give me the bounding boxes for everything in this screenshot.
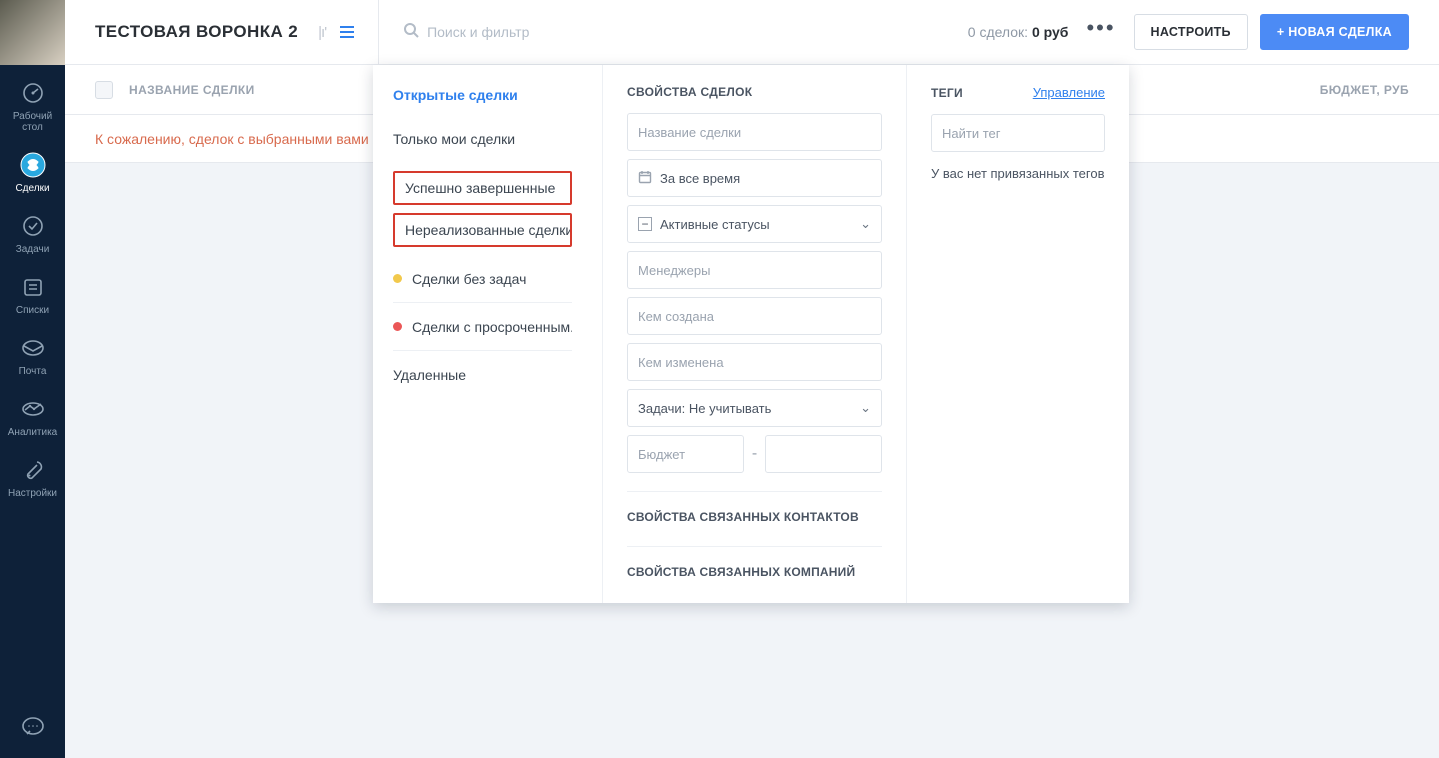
nav-mail[interactable]: Почта [0, 326, 65, 387]
managers-filter[interactable] [627, 251, 882, 289]
tags-title: Теги [931, 86, 963, 100]
select-all-checkbox[interactable] [95, 81, 113, 99]
nav-label: Списки [16, 305, 49, 316]
user-avatar[interactable] [0, 0, 65, 65]
mail-icon [19, 334, 47, 362]
date-label: За все время [660, 171, 740, 186]
tasks-label: Задачи: Не учитывать [638, 401, 771, 416]
status-label: Активные статусы [660, 217, 770, 232]
filter-tags-column: Теги Управление У вас нет привязанных те… [907, 65, 1129, 603]
preset-open-deals[interactable]: Открытые сделки [393, 85, 572, 115]
preset-deleted[interactable]: Удаленные [393, 351, 572, 399]
nav-lists[interactable]: Списки [0, 265, 65, 326]
nav-label: Почта [19, 366, 47, 377]
dot-yellow-icon [393, 274, 402, 283]
calendar-icon [638, 170, 652, 187]
tasks-filter[interactable]: Задачи: Не учитывать ⌄ [627, 389, 882, 427]
summary-count: 0 сделок: [968, 24, 1028, 40]
companies-section-title[interactable]: Свойства связанных компаний [627, 561, 882, 583]
nav-tasks[interactable]: Задачи [0, 204, 65, 265]
nav-dashboard[interactable]: Рабочий стол [0, 71, 65, 143]
filter-presets-column: Открытые сделки Только мои сделки Успешн… [373, 65, 603, 603]
nav-label: Задачи [16, 244, 50, 255]
nav-label: Аналитика [8, 427, 58, 438]
tags-manage-link[interactable]: Управление [1033, 85, 1105, 100]
preset-lost-deals[interactable]: Нереализованные сделки [393, 213, 572, 247]
filter-properties-column: Свойства сделок За все время − Активные … [603, 65, 907, 603]
preset-label: Сделки без задач [412, 271, 526, 287]
contacts-section-title[interactable]: Свойства связанных контактов [627, 506, 882, 528]
range-dash: - [752, 445, 757, 463]
gauge-icon [19, 79, 47, 107]
deal-properties-title: Свойства сделок [627, 85, 882, 99]
budget-to-filter[interactable] [765, 435, 882, 473]
nav-label: Сделки [15, 183, 49, 194]
summary-value: 0 руб [1032, 24, 1068, 40]
status-filter[interactable]: − Активные статусы ⌄ [627, 205, 882, 243]
analytics-icon [19, 395, 47, 423]
deals-summary: 0 сделок: 0 руб [968, 24, 1069, 40]
created-by-input[interactable] [638, 309, 871, 324]
budget-from-input[interactable] [638, 447, 733, 462]
filter-panel: Открытые сделки Только мои сделки Успешн… [373, 65, 1129, 603]
chevron-down-icon: ⌄ [860, 400, 871, 416]
modified-by-input[interactable] [638, 355, 871, 370]
search-box[interactable] [403, 22, 968, 43]
deal-name-filter[interactable] [627, 113, 882, 151]
pipeline-title[interactable]: ТЕСТОВАЯ ВОРОНКА 2 [95, 22, 298, 42]
top-bar: ТЕСТОВАЯ ВОРОНКА 2 |ı' 0 сделок: 0 руб •… [65, 0, 1439, 65]
budget-from-filter[interactable] [627, 435, 744, 473]
deals-icon [19, 151, 47, 179]
created-by-filter[interactable] [627, 297, 882, 335]
managers-input[interactable] [638, 263, 871, 278]
list-icon [19, 273, 47, 301]
kanban-view-icon[interactable]: |ı' [318, 24, 326, 41]
nav-analytics[interactable]: Аналитика [0, 387, 65, 448]
nav-label: Настройки [8, 488, 57, 499]
preset-my-deals[interactable]: Только мои сделки [393, 115, 572, 163]
tags-empty-message: У вас нет привязанных тегов [931, 166, 1105, 181]
left-navigation: Рабочий стол Сделки Задачи Списки Почта [0, 0, 65, 758]
search-input[interactable] [427, 24, 627, 40]
budget-to-input[interactable] [776, 447, 871, 462]
new-deal-button[interactable]: + Новая сделка [1260, 14, 1409, 50]
configure-button[interactable]: Настроить [1134, 14, 1248, 50]
nav-settings[interactable]: Настройки [0, 448, 65, 509]
deal-name-input[interactable] [638, 125, 871, 140]
tag-search[interactable] [931, 114, 1105, 152]
nav-deals[interactable]: Сделки [0, 143, 65, 204]
date-range-filter[interactable]: За все время [627, 159, 882, 197]
check-circle-icon [19, 212, 47, 240]
wrench-icon [19, 456, 47, 484]
search-icon [403, 22, 419, 43]
column-header-budget[interactable]: Бюджет, руб [1239, 83, 1409, 97]
vertical-divider [378, 0, 379, 65]
chevron-down-icon: ⌄ [860, 216, 871, 232]
preset-no-tasks[interactable]: Сделки без задач [393, 255, 572, 303]
chat-button[interactable] [0, 714, 65, 740]
preset-won-deals[interactable]: Успешно завершенные [393, 171, 572, 205]
tag-search-input[interactable] [942, 126, 1094, 141]
dot-red-icon [393, 322, 402, 331]
more-menu-button[interactable]: ••• [1086, 25, 1115, 39]
preset-label: Сделки с просроченным... [412, 319, 572, 335]
preset-overdue[interactable]: Сделки с просроченным... [393, 303, 572, 351]
divider [627, 491, 882, 492]
modified-by-filter[interactable] [627, 343, 882, 381]
list-view-icon[interactable] [340, 26, 354, 38]
minus-icon: − [638, 217, 652, 231]
divider [627, 546, 882, 547]
nav-label: Рабочий стол [13, 111, 52, 133]
